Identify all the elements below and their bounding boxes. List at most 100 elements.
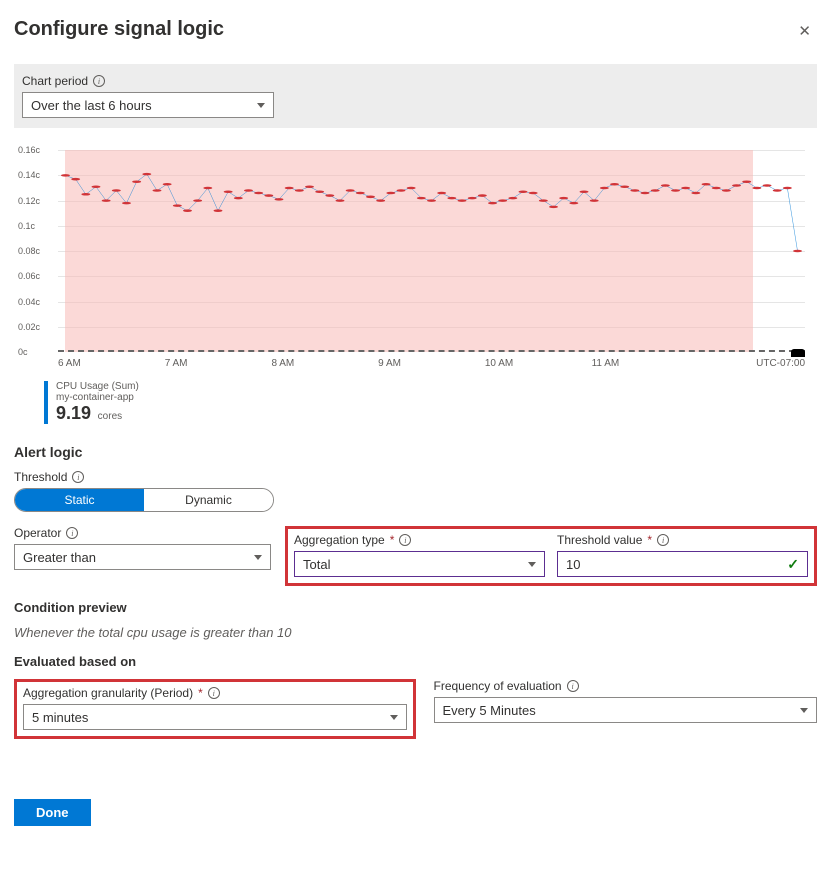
info-icon[interactable]: i xyxy=(72,471,84,483)
required-marker: * xyxy=(198,686,203,700)
y-tick-label: 0.14c xyxy=(18,170,40,180)
x-tick-label: 10 AM xyxy=(485,358,592,369)
threshold-static[interactable]: Static xyxy=(15,489,144,511)
data-point xyxy=(336,199,345,202)
data-point xyxy=(580,191,589,194)
threshold-toggle[interactable]: Static Dynamic xyxy=(14,488,274,512)
aggregation-type-select[interactable]: Total xyxy=(294,551,545,577)
threshold-value-label: Threshold value xyxy=(557,533,642,547)
data-point xyxy=(386,192,395,195)
y-tick-label: 0.1c xyxy=(18,221,35,231)
data-point xyxy=(183,209,192,212)
data-point xyxy=(610,183,619,186)
data-point xyxy=(356,192,365,195)
threshold-value: 10 xyxy=(566,557,580,572)
data-point xyxy=(590,199,599,202)
data-point xyxy=(681,187,690,190)
threshold-value-input[interactable]: 10 ✓ xyxy=(557,551,808,577)
data-point xyxy=(91,185,100,188)
data-point xyxy=(295,189,304,192)
info-icon[interactable]: i xyxy=(208,687,220,699)
data-point xyxy=(275,198,284,201)
required-marker: * xyxy=(647,533,652,547)
data-point xyxy=(559,197,568,200)
data-point xyxy=(478,194,487,197)
condition-preview-label: Condition preview xyxy=(14,600,817,615)
data-point xyxy=(193,199,202,202)
data-point xyxy=(661,184,670,187)
x-tick-label: 11 AM xyxy=(592,358,699,369)
data-point xyxy=(620,185,629,188)
data-point xyxy=(61,174,70,177)
y-tick-label: 0.02c xyxy=(18,322,40,332)
chart-period-label: Chart period xyxy=(22,74,88,88)
data-point xyxy=(122,202,131,205)
data-point xyxy=(152,189,161,192)
x-tick-label: 7 AM xyxy=(165,358,272,369)
data-point xyxy=(793,250,802,253)
highlighted-granularity: Aggregation granularity (Period) * i 5 m… xyxy=(14,679,416,739)
chart-period-select[interactable]: Over the last 6 hours xyxy=(22,92,274,118)
data-point xyxy=(630,189,639,192)
y-tick-label: 0.08c xyxy=(18,246,40,256)
data-point xyxy=(264,194,273,197)
data-point xyxy=(773,189,782,192)
info-icon[interactable]: i xyxy=(567,680,579,692)
metric-total-value: 9.19 xyxy=(56,403,91,423)
data-point xyxy=(600,187,609,190)
metric-name: CPU Usage (Sum) xyxy=(56,381,139,392)
data-point xyxy=(519,191,528,194)
frequency-value: Every 5 Minutes xyxy=(443,703,536,718)
data-point xyxy=(173,204,182,207)
x-tick-label: 9 AM xyxy=(378,358,485,369)
chart-period-panel: Chart period i Over the last 6 hours xyxy=(14,64,817,128)
operator-select[interactable]: Greater than xyxy=(14,544,271,570)
data-point xyxy=(132,180,141,183)
data-point xyxy=(142,173,151,176)
granularity-select[interactable]: 5 minutes xyxy=(23,704,407,730)
data-point xyxy=(346,189,355,192)
operator-label: Operator xyxy=(14,526,61,540)
threshold-dynamic[interactable]: Dynamic xyxy=(144,489,273,511)
data-point xyxy=(702,183,711,186)
current-value-marker xyxy=(791,349,805,357)
highlighted-agg-threshold: Aggregation type * i Total Threshold val… xyxy=(285,526,817,586)
frequency-label: Frequency of evaluation xyxy=(434,679,562,693)
data-point xyxy=(234,197,243,200)
data-point xyxy=(539,199,548,202)
data-point xyxy=(417,197,426,200)
data-point xyxy=(315,191,324,194)
page-title: Configure signal logic xyxy=(14,18,224,41)
chevron-down-icon xyxy=(390,715,398,720)
info-icon[interactable]: i xyxy=(93,75,105,87)
operator-value: Greater than xyxy=(23,550,96,565)
info-icon[interactable]: i xyxy=(66,527,78,539)
data-point xyxy=(732,184,741,187)
data-point xyxy=(203,187,212,190)
data-point xyxy=(488,202,497,205)
info-icon[interactable]: i xyxy=(399,534,411,546)
data-point xyxy=(437,192,446,195)
data-point xyxy=(529,192,538,195)
data-point xyxy=(641,192,650,195)
chart-period-value: Over the last 6 hours xyxy=(31,98,152,113)
done-button[interactable]: Done xyxy=(14,799,91,826)
data-point xyxy=(397,189,406,192)
info-icon[interactable]: i xyxy=(657,534,669,546)
data-point xyxy=(651,189,660,192)
close-icon[interactable]: ✕ xyxy=(792,18,817,44)
data-point xyxy=(102,199,111,202)
metric-resource: my-container-app xyxy=(56,392,139,403)
data-point xyxy=(447,197,456,200)
x-tick-label: 8 AM xyxy=(271,358,378,369)
checkmark-icon: ✓ xyxy=(787,556,799,573)
metric-total-unit: cores xyxy=(98,411,122,422)
metric-chart: 0c0.02c0.04c0.06c0.08c0.1c0.12c0.14c0.16… xyxy=(14,138,817,373)
required-marker: * xyxy=(390,533,395,547)
y-tick-label: 0.16c xyxy=(18,145,40,155)
frequency-select[interactable]: Every 5 Minutes xyxy=(434,697,818,723)
data-point xyxy=(427,199,436,202)
data-point xyxy=(508,197,517,200)
data-point xyxy=(763,184,772,187)
data-point xyxy=(498,199,507,202)
